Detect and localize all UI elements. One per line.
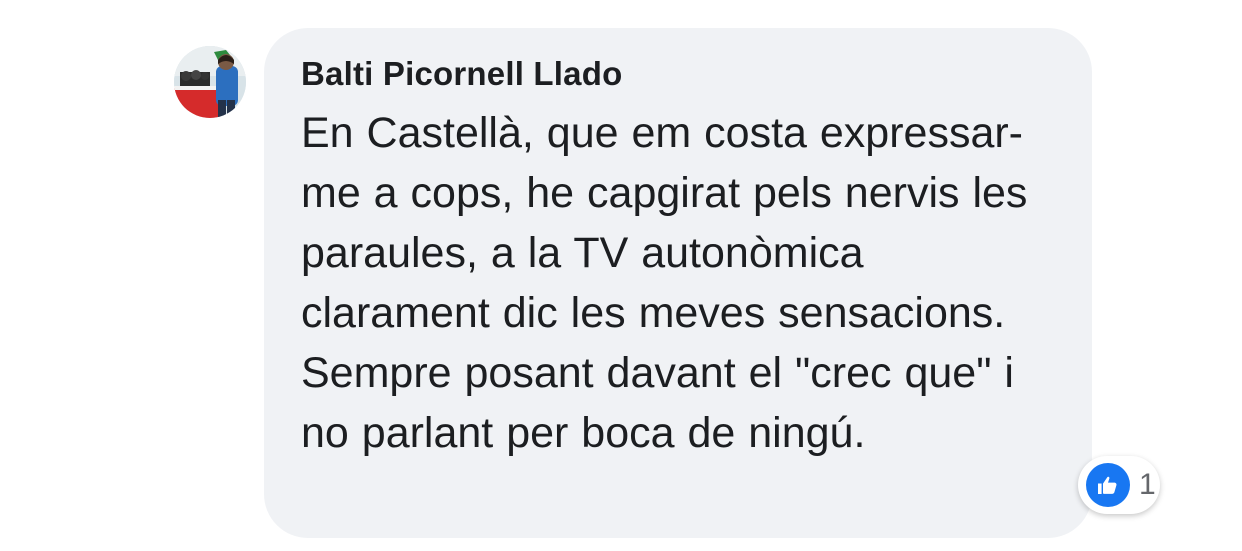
- thumbs-up-icon: [1086, 463, 1130, 507]
- comment-author-name[interactable]: Balti Picornell Llado: [301, 54, 1056, 94]
- comment-text: En Castellà, que em costa expressar-me a…: [301, 109, 1028, 457]
- reaction-count: 1: [1139, 468, 1156, 501]
- avatar[interactable]: [174, 46, 246, 118]
- comment-bubble: Balti Picornell Llado En Castellà, que e…: [264, 28, 1092, 538]
- reactions-badge[interactable]: 1: [1078, 456, 1160, 514]
